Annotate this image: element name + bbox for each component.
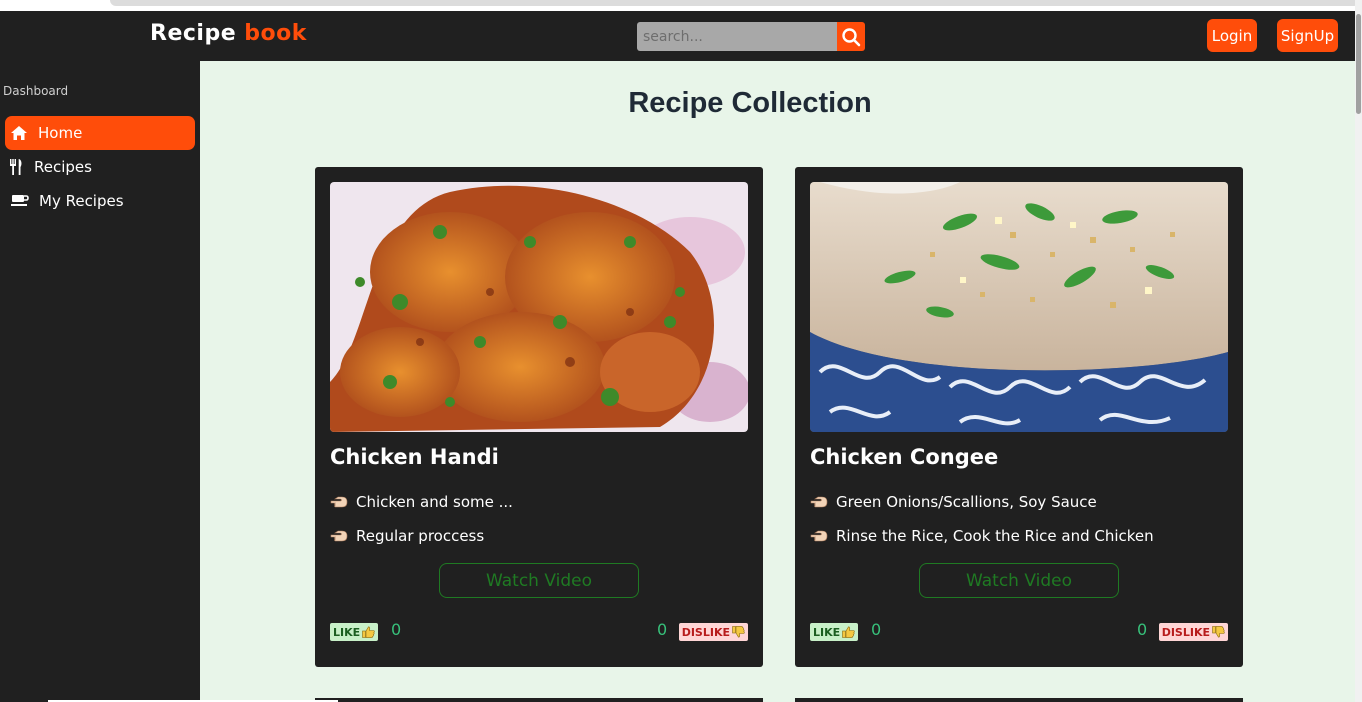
- ingredients-text: Green Onions/Scallions, Soy Sauce: [836, 493, 1097, 511]
- dislike-label: DISLIKE: [681, 625, 730, 639]
- like-count: 0: [391, 620, 402, 639]
- watch-video-button[interactable]: Watch Video: [919, 563, 1119, 598]
- thumbs-down-icon: [732, 626, 745, 638]
- sidebar-item-recipes[interactable]: Recipes: [5, 150, 195, 184]
- dislike-button[interactable]: DISLIKE: [1158, 623, 1228, 641]
- watch-video-button[interactable]: Watch Video: [439, 563, 639, 598]
- brand-main-text: Recipe: [150, 21, 237, 46]
- sidebar: Dashboard Home Recipes My Recipes: [0, 61, 200, 702]
- sidebar-item-my-recipes[interactable]: My Recipes: [5, 184, 195, 218]
- dislike-count: 0: [1137, 620, 1148, 639]
- login-button[interactable]: Login: [1207, 19, 1257, 52]
- browser-top-strip: [0, 0, 1362, 11]
- thumbs-up-icon: [362, 626, 375, 638]
- page-scrollbar[interactable]: [1355, 0, 1362, 702]
- instructions-text: Rinse the Rice, Cook the Rice and Chicke…: [836, 527, 1154, 545]
- thumbs-up-icon: [842, 626, 855, 638]
- like-label: LIKE: [333, 625, 361, 639]
- instructions-text: Regular proccess: [356, 527, 485, 545]
- sidebar-item-label: Home: [38, 124, 83, 142]
- ingredients-text: Chicken and some ...: [356, 493, 513, 511]
- main-content: Recipe Collection Chicken Handi Chicken …: [200, 61, 1355, 702]
- search-bar: [637, 22, 865, 51]
- search-button[interactable]: [837, 22, 865, 51]
- brand-accent-text: book: [244, 21, 307, 46]
- signup-button[interactable]: SignUp: [1277, 19, 1338, 52]
- recipe-card-partial: [795, 698, 1243, 702]
- coffee-icon: [9, 190, 31, 212]
- recipe-title: Chicken Handi: [330, 445, 499, 469]
- home-icon: [8, 122, 30, 144]
- recipe-card-partial: [315, 698, 763, 702]
- recipe-instructions: Rinse the Rice, Cook the Rice and Chicke…: [810, 527, 1154, 545]
- page-title: Recipe Collection: [628, 87, 872, 119]
- sidebar-item-label: My Recipes: [39, 192, 124, 210]
- like-count: 0: [871, 620, 882, 639]
- search-input[interactable]: [637, 22, 837, 51]
- sidebar-item-home[interactable]: Home: [5, 116, 195, 150]
- brand-logo[interactable]: Recipe book: [150, 21, 307, 46]
- dislike-label: DISLIKE: [1161, 625, 1210, 639]
- utensils-icon: [5, 156, 27, 178]
- dislike-button[interactable]: DISLIKE: [678, 623, 748, 641]
- pointing-hand-icon: [810, 495, 830, 509]
- sidebar-item-label: Recipes: [34, 158, 92, 176]
- sidebar-heading: Dashboard: [3, 84, 69, 98]
- recipe-ingredients: Chicken and some ...: [330, 493, 513, 511]
- recipe-instructions: Regular proccess: [330, 527, 484, 545]
- search-icon: [842, 27, 861, 46]
- recipe-image-chicken-handi[interactable]: [330, 182, 748, 432]
- browser-address-bar: [110, 0, 1360, 6]
- pointing-hand-icon: [330, 495, 350, 509]
- pointing-hand-icon: [330, 529, 350, 543]
- thumbs-down-icon: [1212, 626, 1225, 638]
- recipe-ingredients: Green Onions/Scallions, Soy Sauce: [810, 493, 1097, 511]
- top-navbar: Recipe book Login SignUp: [0, 11, 1355, 61]
- pointing-hand-icon: [810, 529, 830, 543]
- recipe-card: Chicken Congee Green Onions/Scallions, S…: [795, 167, 1243, 667]
- like-button[interactable]: LIKE: [810, 623, 859, 641]
- like-label: LIKE: [813, 625, 841, 639]
- recipe-title: Chicken Congee: [810, 445, 999, 469]
- recipe-card: Chicken Handi Chicken and some ... Regul…: [315, 167, 763, 667]
- scrollbar-thumb[interactable]: [1356, 14, 1361, 114]
- like-button[interactable]: LIKE: [330, 623, 379, 641]
- dislike-count: 0: [657, 620, 668, 639]
- recipe-image-chicken-congee[interactable]: [810, 182, 1228, 432]
